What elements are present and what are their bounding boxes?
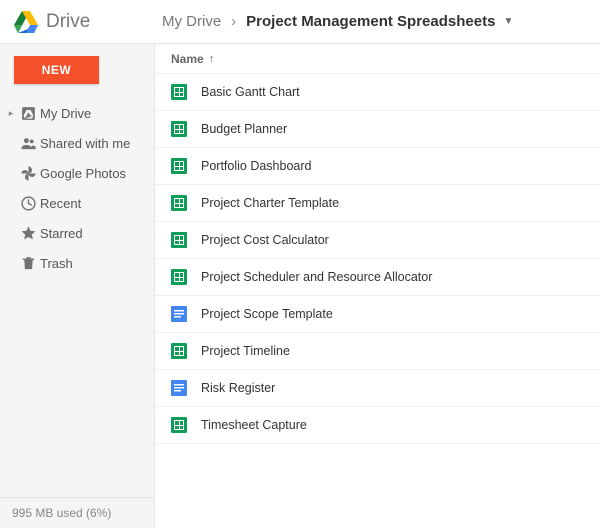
trash-icon [16, 255, 40, 272]
file-name: Budget Planner [201, 122, 287, 136]
sheets-icon [171, 232, 201, 248]
file-name: Project Scope Template [201, 307, 333, 321]
new-button[interactable]: NEW [14, 56, 99, 84]
sidebar-item-label: My Drive [40, 106, 91, 121]
breadcrumb-current[interactable]: Project Management Spreadsheets ▼ [246, 13, 513, 30]
sheets-icon [171, 195, 201, 211]
file-row[interactable]: Project Charter Template [155, 185, 600, 222]
sidebar-item-label: Shared with me [40, 136, 130, 151]
file-row[interactable]: Budget Planner [155, 111, 600, 148]
sheets-icon [171, 417, 201, 433]
sidebar-item-label: Google Photos [40, 166, 126, 181]
column-header-name[interactable]: Name ↑ [155, 44, 600, 74]
file-name: Project Scheduler and Resource Allocator [201, 270, 432, 284]
file-row[interactable]: Portfolio Dashboard [155, 148, 600, 185]
file-list: Name ↑ Basic Gantt Chart Budget Planner Po… [155, 44, 600, 528]
sidebar-item-recent[interactable]: Recent [0, 188, 154, 218]
file-name: Project Cost Calculator [201, 233, 329, 247]
chevron-down-icon: ▼ [503, 16, 513, 27]
file-row[interactable]: Basic Gantt Chart [155, 74, 600, 111]
breadcrumb-parent[interactable]: My Drive [162, 13, 221, 30]
sheets-icon [171, 269, 201, 285]
sidebar-item-drive[interactable]: ▸ My Drive [0, 98, 154, 128]
sidebar-item-shared[interactable]: Shared with me [0, 128, 154, 158]
sheets-icon [171, 158, 201, 174]
file-row[interactable]: Project Cost Calculator [155, 222, 600, 259]
file-name: Portfolio Dashboard [201, 159, 311, 173]
docs-icon [171, 380, 201, 396]
file-rows: Basic Gantt Chart Budget Planner Portfolio… [155, 74, 600, 444]
file-row[interactable]: Project Scope Template [155, 296, 600, 333]
sheets-icon [171, 343, 201, 359]
expand-caret-icon: ▸ [6, 108, 16, 119]
drive-logo[interactable]: Drive [14, 11, 162, 33]
file-name: Timesheet Capture [201, 418, 307, 432]
nav-list: ▸ My Drive Shared with me Google Photos Rece… [0, 98, 154, 278]
sidebar-item-label: Recent [40, 196, 81, 211]
breadcrumb-current-label: Project Management Spreadsheets [246, 13, 495, 30]
storage-status[interactable]: 995 MB used (6%) [0, 497, 154, 528]
file-row[interactable]: Project Scheduler and Resource Allocator [155, 259, 600, 296]
sheets-icon [171, 121, 201, 137]
recent-icon [16, 195, 40, 212]
sheets-icon [171, 84, 201, 100]
sidebar-item-trash[interactable]: Trash [0, 248, 154, 278]
file-name: Project Timeline [201, 344, 290, 358]
docs-icon [171, 306, 201, 322]
sidebar-item-label: Starred [40, 226, 83, 241]
file-name: Risk Register [201, 381, 275, 395]
file-name: Project Charter Template [201, 196, 339, 210]
content: NEW ▸ My Drive Shared with me Google Photos… [0, 44, 600, 528]
app-header: Drive My Drive › Project Management Spre… [0, 0, 600, 44]
drive-logo-icon [14, 11, 38, 33]
sidebar-item-label: Trash [40, 256, 73, 271]
sidebar: NEW ▸ My Drive Shared with me Google Photos… [0, 44, 155, 528]
sidebar-item-starred[interactable]: Starred [0, 218, 154, 248]
starred-icon [16, 225, 40, 242]
file-row[interactable]: Timesheet Capture [155, 407, 600, 444]
breadcrumb: My Drive › Project Management Spreadshee… [162, 13, 513, 30]
drive-icon [16, 105, 40, 122]
column-header-label: Name [171, 52, 204, 66]
sort-ascending-icon: ↑ [209, 53, 215, 65]
drive-logo-text: Drive [46, 11, 90, 33]
file-row[interactable]: Project Timeline [155, 333, 600, 370]
file-row[interactable]: Risk Register [155, 370, 600, 407]
photos-icon [16, 165, 40, 182]
shared-icon [16, 135, 40, 152]
chevron-right-icon: › [231, 13, 236, 30]
file-name: Basic Gantt Chart [201, 85, 300, 99]
sidebar-item-photos[interactable]: Google Photos [0, 158, 154, 188]
